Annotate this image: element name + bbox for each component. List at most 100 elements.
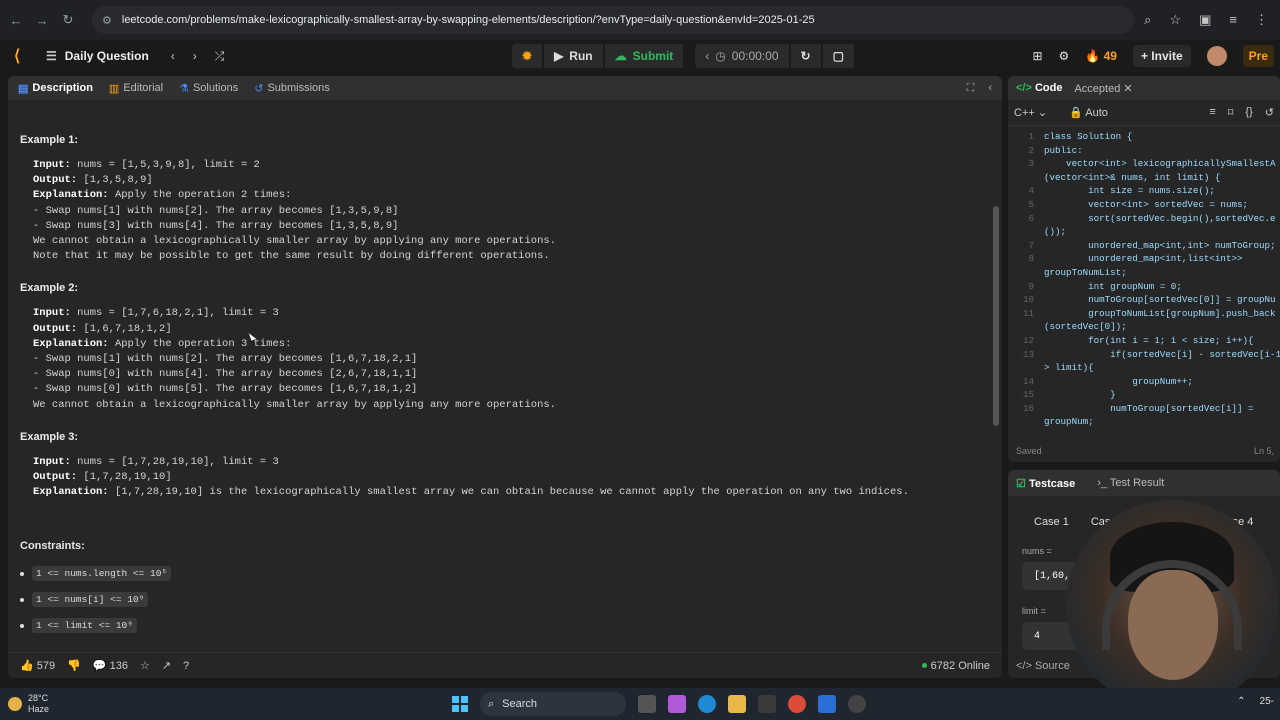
collapse-icon[interactable]: ‹ [988,82,992,95]
settings-gear-icon[interactable]: ⚙ [1059,49,1070,63]
extensions-icon[interactable]: ▣ [1199,12,1211,28]
leetcode-logo-icon[interactable]: ⟨ [14,46,36,66]
code-line[interactable]: 16 numToGroup[sortedVec[i]] = [1008,402,1280,416]
thumbs-up-icon: 👍 [20,660,34,672]
tab-search-icon[interactable]: ≡ [1229,12,1237,28]
close-icon[interactable]: ✕ [1123,83,1132,95]
copilot-icon[interactable] [668,695,686,713]
description-scrollbar[interactable] [992,106,1000,652]
taskbar-search[interactable]: ⌕ Search [480,692,626,716]
address-bar[interactable]: ⚙ leetcode.com/problems/make-lexicograph… [92,6,1135,34]
tab-description[interactable]: ▤ Description [18,82,93,95]
debug-button[interactable]: ✹ [512,44,543,68]
code-line[interactable]: ()); [1008,225,1280,239]
code-line[interactable]: groupNum; [1008,415,1280,429]
format-icon[interactable]: ≡ [1209,106,1215,119]
language-select[interactable]: C++ ⌄ [1014,106,1047,119]
tab-testcase[interactable]: ☑ Testcase [1016,477,1075,490]
like-count: 579 [36,660,56,672]
tab-code[interactable]: </> Code [1016,82,1062,94]
tab-code-label: Code [1034,82,1063,94]
next-problem-icon[interactable]: › [193,49,197,64]
case-tab[interactable]: Case 1 [1034,514,1069,530]
back-icon[interactable]: ← [8,13,24,28]
code-line[interactable]: 5 vector<int> sortedVec = nums; [1008,198,1280,212]
avatar[interactable] [1206,46,1227,66]
weather-widget[interactable]: 28°C Haze [8,693,49,715]
code-text: groupNum; [1044,416,1094,428]
code-line[interactable]: groupToNumList; [1008,266,1280,280]
prev-problem-icon[interactable]: ‹ [171,49,175,64]
braces-icon[interactable]: {} [1245,106,1252,119]
obs-icon[interactable] [848,695,866,713]
dislike-icon[interactable]: 👎 [67,659,81,672]
help-icon[interactable]: ? [183,660,189,672]
fullscreen-icon[interactable]: ⛶ [967,82,975,95]
tray-chevron-icon[interactable]: ⌃ [1237,696,1245,707]
forward-icon[interactable]: → [34,13,50,28]
favorite-star-icon[interactable]: ☆ [140,659,150,672]
code-line[interactable]: 3 vector<int> lexicographicallySmallestA [1008,157,1280,171]
code-line[interactable]: 14 groupNum++; [1008,375,1280,389]
code-line[interactable]: 15 } [1008,388,1280,402]
reset-code-icon[interactable]: ↺ [1265,106,1274,119]
code-line[interactable]: > limit){ [1008,361,1280,375]
tab-editorial[interactable]: ▥ Editorial [109,82,163,95]
code-line[interactable]: 7 unordered_map<int,int> numToGroup; [1008,239,1280,253]
auto-mode-label: Auto [1085,107,1108,119]
windows-start-icon[interactable] [452,696,468,712]
code-line[interactable]: 1 class Solution { [1008,130,1280,144]
tab-submissions[interactable]: ↺ Submissions [254,82,330,95]
clock[interactable]: 25- [1260,696,1274,707]
layout-icon[interactable]: ⊞ [1032,49,1042,63]
timer[interactable]: ‹ ◷ 00:00:00 [695,44,789,68]
code-line[interactable]: (vector<int>& nums, int limit) { [1008,171,1280,185]
todo-icon[interactable] [818,695,836,713]
chrome-icon[interactable] [788,695,806,713]
code-line[interactable]: (sortedVec[0]); [1008,320,1280,334]
streak-counter[interactable]: 🔥 49 [1085,49,1117,63]
code-line[interactable]: 8 unordered_map<int,list<int>> [1008,252,1280,266]
invite-label: Invite [1151,49,1183,63]
edge-icon[interactable] [698,695,716,713]
bookmark-star-icon[interactable]: ☆ [1169,12,1181,28]
tab-testcase-label: Testcase [1028,477,1076,490]
run-button[interactable]: ▶ Run [544,44,603,68]
shuffle-icon[interactable]: ⤮ [215,49,225,64]
menu-icon[interactable]: ⋮ [1255,12,1268,28]
code-line[interactable]: 11 groupToNumList[groupNum].push_back [1008,307,1280,321]
zoom-icon[interactable]: ⌕ [1144,12,1151,28]
code-line[interactable]: 6 sort(sortedVec.begin(),sortedVec.e [1008,212,1280,226]
tab-accepted[interactable]: Accepted ✕ [1074,82,1132,95]
share-icon[interactable]: ↗ [162,659,171,672]
source-button[interactable]: </> Source [1016,660,1070,672]
store-icon[interactable] [758,695,776,713]
line-number: 6 [1028,212,1034,224]
line-number [1008,225,1044,239]
code-line[interactable]: 13 if(sortedVec[i] - sortedVec[i-1 [1008,348,1280,362]
task-view-icon[interactable] [638,695,656,713]
code-line[interactable]: 12 for(int i = 1; i < size; i++){ [1008,334,1280,348]
tab-test-result[interactable]: ›_ Test Result [1097,477,1164,489]
reload-icon[interactable]: ↻ [60,12,76,28]
code-line[interactable]: 9 int groupNum = 0; [1008,280,1280,294]
list-item: 1 <= limit <= 10⁹ [20,618,980,634]
site-info-icon[interactable]: ⚙ [102,14,112,27]
notes-button[interactable]: ▢ [822,44,854,68]
comments-button[interactable]: 💬 136 [93,659,128,672]
problem-list-button[interactable]: ☰ Daily Question [46,49,149,63]
submit-button[interactable]: ☁ Submit [604,44,684,68]
code-line[interactable]: 4 int size = nums.size(); [1008,184,1280,198]
code-line[interactable]: 10 numToGroup[sortedVec[0]] = groupNu [1008,293,1280,307]
invite-button[interactable]: + Invite [1132,45,1191,67]
code-editor[interactable]: 1 class Solution {2 public: 3 vector<int> l… [1008,130,1280,440]
auto-mode[interactable]: 🔒 Auto [1069,106,1108,119]
reset-timer-button[interactable]: ↻ [790,44,821,68]
scroll-thumb[interactable] [993,206,999,426]
bookmark-icon[interactable]: ⌑ [1228,106,1234,119]
premium-button[interactable]: Pre [1242,45,1274,67]
like-button[interactable]: 👍 579 [20,659,55,672]
code-line[interactable]: 2 public: [1008,144,1280,158]
file-explorer-icon[interactable] [728,695,746,713]
tab-solutions[interactable]: ⚗ Solutions [179,82,238,95]
